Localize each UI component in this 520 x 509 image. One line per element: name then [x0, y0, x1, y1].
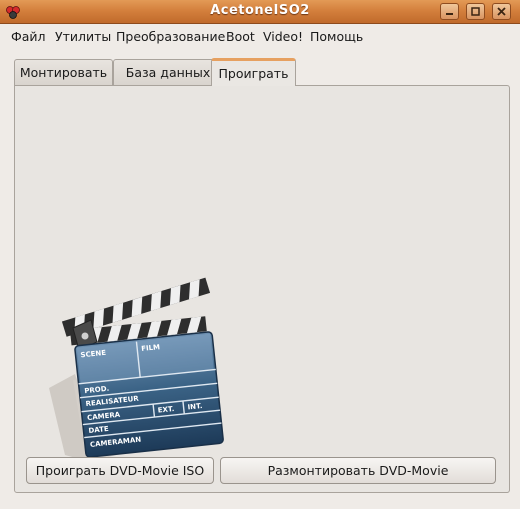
tab-mount[interactable]: Монтировать	[14, 59, 113, 85]
clapper-int-label: INT.	[187, 402, 203, 412]
play-panel: SCENE FILM PROD. REALISATEUR CAMERA EXT.…	[14, 85, 510, 493]
close-button[interactable]	[492, 3, 511, 20]
play-iso-button[interactable]: Проиграть DVD-Movie ISO	[26, 457, 214, 484]
title-bar[interactable]: AcetoneISO2	[0, 0, 520, 24]
maximize-icon	[471, 7, 480, 16]
menu-boot[interactable]: Boot	[226, 29, 255, 44]
menu-video[interactable]: Video!	[263, 29, 303, 44]
unmount-button[interactable]: Размонтировать DVD-Movie	[220, 457, 496, 484]
tab-play[interactable]: Проиграть	[211, 58, 296, 86]
clapperboard-icon: SCENE FILM PROD. REALISATEUR CAMERA EXT.…	[49, 277, 224, 465]
minimize-button[interactable]	[440, 3, 459, 20]
menu-help[interactable]: Помощь	[310, 29, 363, 44]
close-icon	[497, 7, 506, 16]
menu-utilities[interactable]: Утилиты	[55, 29, 111, 44]
minimize-icon	[446, 13, 453, 15]
maximize-button[interactable]	[466, 3, 485, 20]
tab-container: Монтировать База данных Проиграть SCENE …	[12, 58, 510, 493]
menu-file[interactable]: Файл	[11, 29, 46, 44]
tab-database[interactable]: База данных	[113, 59, 223, 85]
menu-conversion[interactable]: Преобразование	[116, 29, 225, 44]
menu-bar: Файл Утилиты Преобразование Boot Video! …	[0, 24, 520, 50]
